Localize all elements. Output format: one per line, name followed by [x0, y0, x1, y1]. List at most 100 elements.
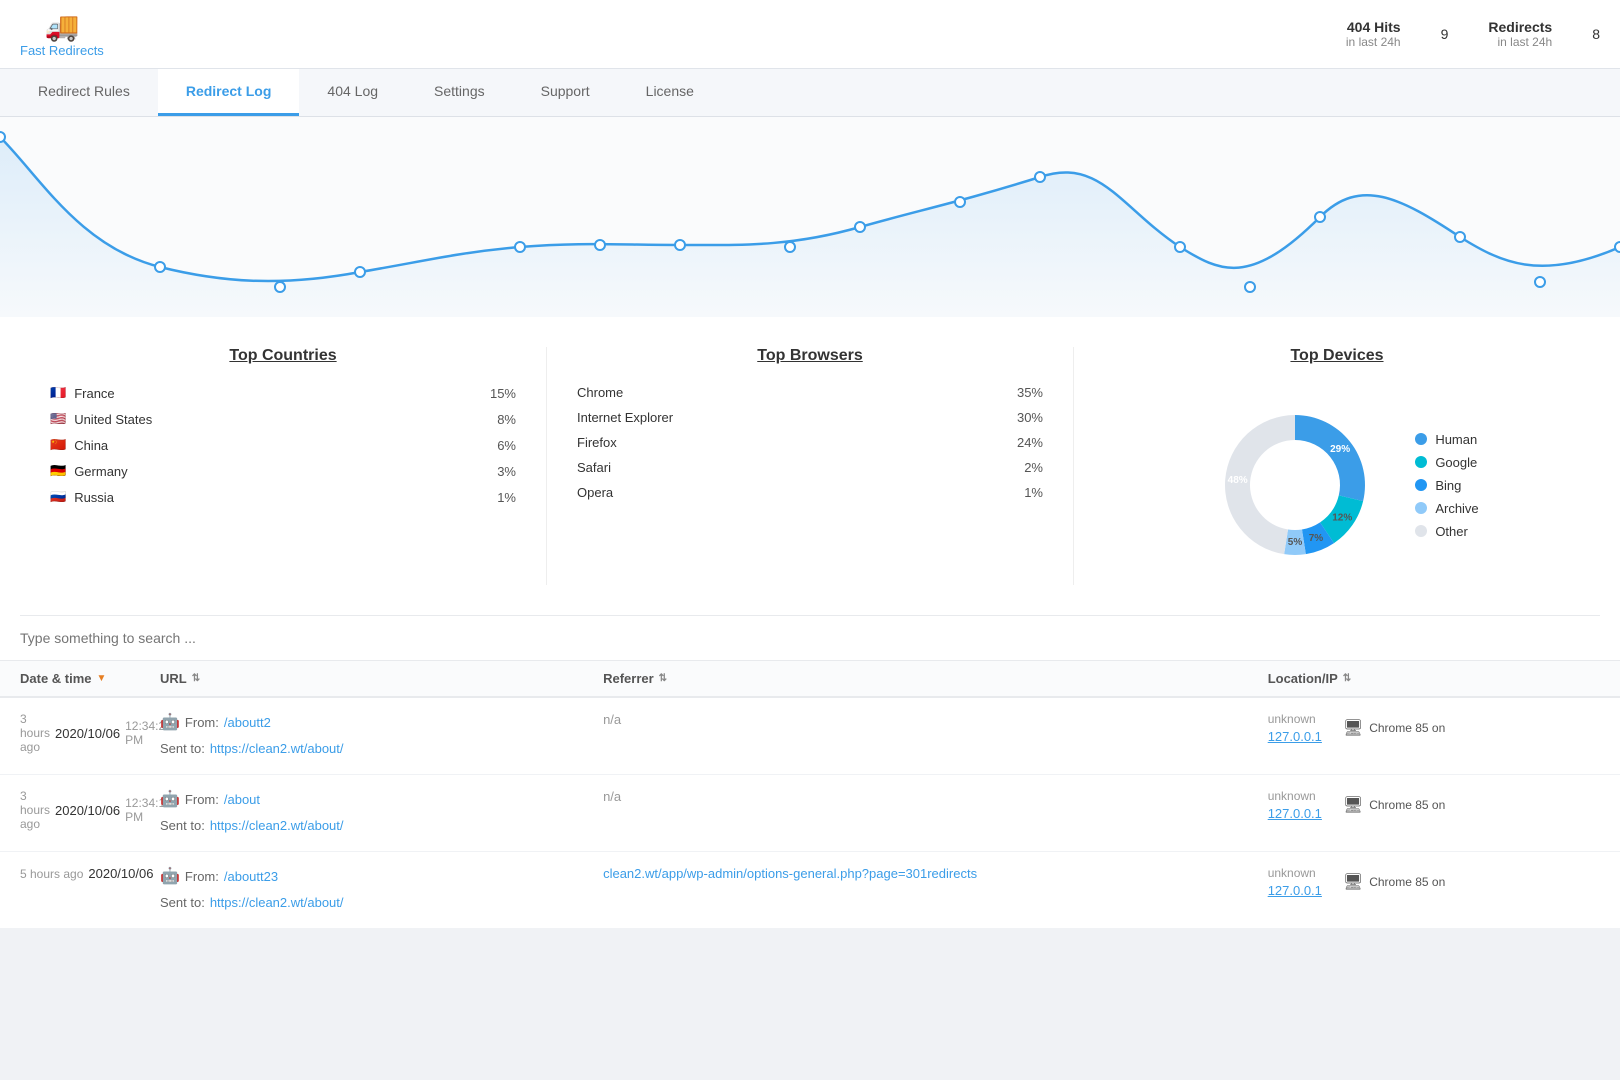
- browser-name: Firefox: [577, 435, 617, 450]
- redirects-value: 8: [1592, 26, 1600, 42]
- browser-pct: 35%: [1017, 385, 1043, 400]
- date-main: 2020/10/06: [88, 866, 153, 881]
- legend-dot: [1415, 456, 1427, 468]
- country-label: France: [74, 386, 114, 401]
- url-to-link[interactable]: https://clean2.wt/about/: [210, 895, 344, 910]
- country-name: 🇺🇸 United States: [50, 411, 152, 427]
- browser-row: Internet Explorer 30%: [577, 410, 1043, 425]
- url-from-link[interactable]: /aboutt23: [224, 869, 278, 884]
- donut-label: 5%: [1288, 537, 1303, 548]
- redirects-subtitle: in last 24h: [1488, 35, 1552, 49]
- device-label: Chrome 85 on: [1369, 721, 1445, 735]
- browser-pct: 1%: [1024, 485, 1043, 500]
- country-row: 🇺🇸 United States 8%: [50, 411, 516, 427]
- donut-label: 48%: [1228, 475, 1248, 486]
- location-label: unknown: [1268, 789, 1322, 803]
- url-from-link[interactable]: /about: [224, 792, 260, 807]
- url-to: Sent to: https://clean2.wt/about/: [160, 818, 344, 833]
- tab-redirect-rules[interactable]: Redirect Rules: [10, 69, 158, 116]
- log-location: unknown 127.0.0.1 🖥 Chrome 85 on: [1268, 789, 1600, 821]
- browser-row: Chrome 35%: [577, 385, 1043, 400]
- country-flag: 🇩🇪: [50, 463, 66, 479]
- browser-label: Chrome: [577, 385, 623, 400]
- redirect-icon: 🤖: [160, 712, 180, 732]
- device-info: 🖥 Chrome 85 on: [1343, 718, 1445, 738]
- tab-redirect-log[interactable]: Redirect Log: [158, 69, 300, 116]
- country-pct: 3%: [497, 464, 516, 479]
- legend-label: Other: [1435, 524, 1468, 539]
- url-from: 🤖 From: /aboutt2: [160, 712, 271, 732]
- hits-value: 9: [1441, 26, 1449, 42]
- sort-icon-location: ⇅: [1343, 673, 1351, 684]
- sort-icon-referrer: ⇅: [659, 673, 667, 684]
- log-url: 🤖 From: /aboutt23 Sent to: https://clean…: [160, 866, 603, 914]
- url-from-label: From:: [185, 715, 219, 730]
- legend-dot: [1415, 502, 1427, 514]
- country-flag: 🇷🇺: [50, 489, 66, 505]
- url-to: Sent to: https://clean2.wt/about/: [160, 895, 344, 910]
- tab-support[interactable]: Support: [513, 69, 618, 116]
- browser-label: Safari: [577, 460, 611, 475]
- legend-item: Archive: [1415, 501, 1478, 516]
- referrer-na: n/a: [603, 789, 621, 804]
- log-url: 🤖 From: /aboutt2 Sent to: https://clean2…: [160, 712, 603, 760]
- browser-row: Safari 2%: [577, 460, 1043, 475]
- url-to-label: Sent to:: [160, 741, 205, 756]
- donut-wrapper: 29%12%7%5%48% Human Google Bing Archive …: [1104, 385, 1570, 585]
- country-label: Russia: [74, 490, 114, 505]
- date-main: 2020/10/06: [55, 726, 120, 741]
- country-pct: 6%: [497, 438, 516, 453]
- redirects-title: Redirects: [1488, 19, 1552, 35]
- hits-stat: 404 Hits in last 24h: [1346, 19, 1401, 49]
- country-label: United States: [74, 412, 152, 427]
- col-header-referrer[interactable]: Referrer ⇅: [603, 671, 1268, 686]
- header-stats: 404 Hits in last 24h 9 Redirects in last…: [1346, 19, 1600, 49]
- header: 🚚 Fast Redirects 404 Hits in last 24h 9 …: [0, 0, 1620, 69]
- top-countries-title: Top Countries: [50, 347, 516, 365]
- browser-label: Opera: [577, 485, 613, 500]
- location-ip[interactable]: 127.0.0.1: [1268, 806, 1322, 821]
- tab-license[interactable]: License: [618, 69, 722, 116]
- table-row: 3 hours ago 2020/10/06 12:34:23 PM 🤖 Fro…: [0, 698, 1620, 775]
- legend-label: Google: [1435, 455, 1477, 470]
- col-header-location[interactable]: Location/IP ⇅: [1268, 671, 1600, 686]
- top-devices-title: Top Devices: [1104, 347, 1570, 365]
- donut-label: 7%: [1309, 533, 1324, 544]
- search-area[interactable]: [0, 616, 1620, 661]
- location-label: unknown: [1268, 712, 1322, 726]
- url-from: 🤖 From: /about: [160, 789, 260, 809]
- country-pct: 8%: [497, 412, 516, 427]
- logo-icon: 🚚: [44, 10, 79, 43]
- log-location: unknown 127.0.0.1 🖥 Chrome 85 on: [1268, 866, 1600, 898]
- legend-item: Google: [1415, 455, 1478, 470]
- referrer-link[interactable]: clean2.wt/app/wp-admin/options-general.p…: [603, 866, 977, 881]
- time-ago: 5 hours ago: [20, 867, 83, 881]
- legend-label: Archive: [1435, 501, 1478, 516]
- legend-label: Human: [1435, 432, 1477, 447]
- url-from-link[interactable]: /aboutt2: [224, 715, 271, 730]
- country-row: 🇩🇪 Germany 3%: [50, 463, 516, 479]
- url-to-link[interactable]: https://clean2.wt/about/: [210, 818, 344, 833]
- donut-label: 12%: [1333, 512, 1353, 523]
- main-content: Top Countries 🇫🇷 France 15% 🇺🇸 United St…: [0, 117, 1620, 929]
- log-table: 3 hours ago 2020/10/06 12:34:23 PM 🤖 Fro…: [0, 698, 1620, 929]
- country-name: 🇷🇺 Russia: [50, 489, 114, 505]
- device-label: Chrome 85 on: [1369, 875, 1445, 889]
- tab-404-log[interactable]: 404 Log: [299, 69, 406, 116]
- redirect-icon: 🤖: [160, 866, 180, 886]
- legend-dot: [1415, 525, 1427, 537]
- search-input[interactable]: [20, 630, 1600, 646]
- location-label: unknown: [1268, 866, 1322, 880]
- col-header-datetime[interactable]: Date & time ▼: [20, 671, 160, 686]
- stats-section: Top Countries 🇫🇷 France 15% 🇺🇸 United St…: [0, 317, 1620, 615]
- url-to-link[interactable]: https://clean2.wt/about/: [210, 741, 344, 756]
- donut-segment: [1295, 415, 1365, 501]
- location-ip[interactable]: 127.0.0.1: [1268, 883, 1322, 898]
- device-info: 🖥 Chrome 85 on: [1343, 872, 1445, 892]
- location-ip[interactable]: 127.0.0.1: [1268, 729, 1322, 744]
- legend-dot: [1415, 433, 1427, 445]
- col-header-url[interactable]: URL ⇅: [160, 671, 603, 686]
- tab-settings[interactable]: Settings: [406, 69, 513, 116]
- log-referrer: clean2.wt/app/wp-admin/options-general.p…: [603, 866, 1268, 881]
- table-header: Date & time ▼ URL ⇅ Referrer ⇅ Location/…: [0, 661, 1620, 698]
